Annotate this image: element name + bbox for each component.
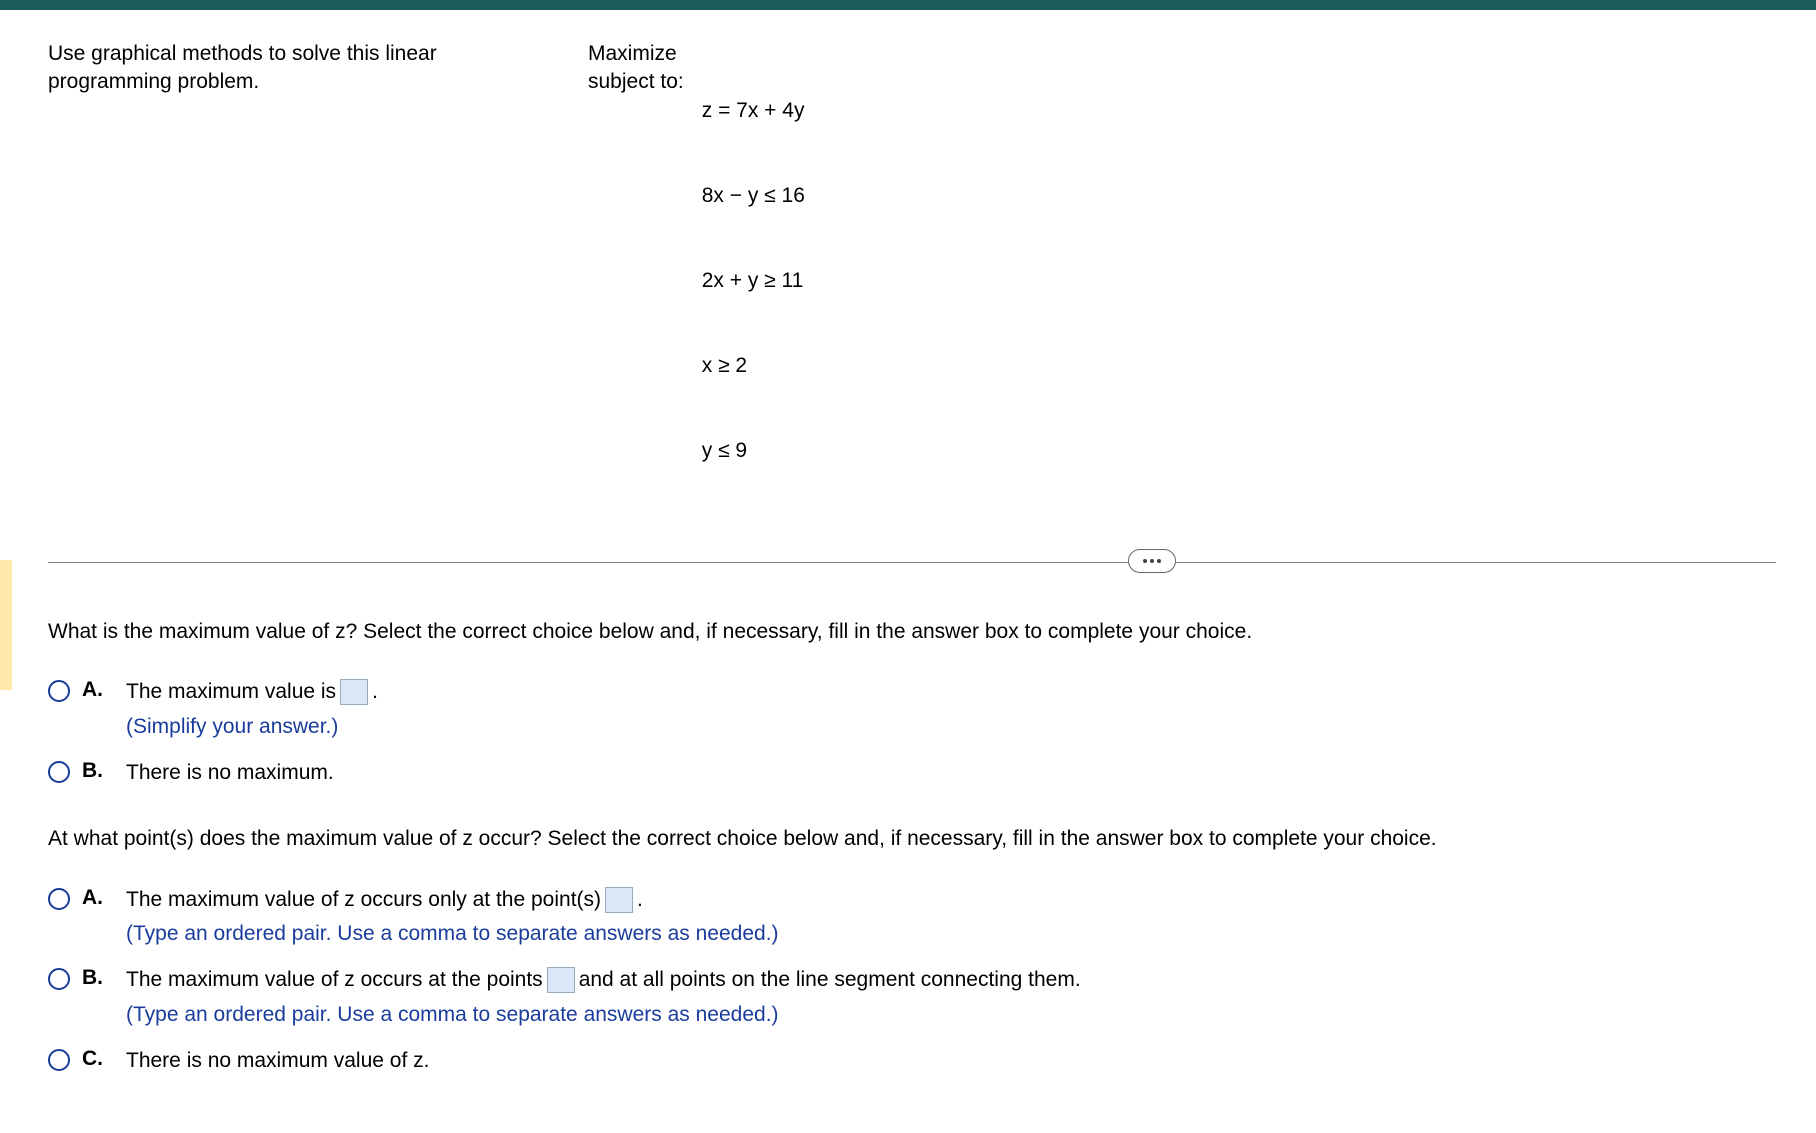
- q1-a-text-before: The maximum value is: [126, 678, 336, 706]
- subject-to-label: subject to:: [588, 68, 684, 96]
- q2-a-text-after: .: [637, 886, 643, 914]
- q2-c-body: There is no maximum value of z.: [126, 1047, 429, 1075]
- radio-q1-b[interactable]: [48, 761, 70, 783]
- side-highlight: [0, 560, 12, 690]
- q2-choice-c: C. There is no maximum value of z.: [48, 1047, 1776, 1075]
- radio-q2-a[interactable]: [48, 888, 70, 910]
- q1-b-text: There is no maximum.: [126, 759, 334, 787]
- q1-choice-b: B. There is no maximum.: [48, 759, 1776, 787]
- q1-a-label: A.: [82, 678, 108, 702]
- q1-a-line: The maximum value is .: [126, 678, 378, 706]
- q1-a-text-after: .: [372, 678, 378, 706]
- q2-a-answer-input[interactable]: [605, 887, 633, 913]
- question-2-prompt: At what point(s) does the maximum value …: [48, 825, 1776, 853]
- q2-c-label: C.: [82, 1047, 108, 1071]
- q1-a-body: The maximum value is . (Simplify your an…: [126, 678, 378, 741]
- question-1-prompt: What is the maximum value of z? Select t…: [48, 618, 1776, 646]
- question-1-choices: A. The maximum value is . (Simplify your…: [48, 678, 1776, 787]
- more-icon: [1143, 559, 1147, 563]
- maximize-label: Maximize: [588, 40, 684, 68]
- page-wrapper: Use graphical methods to solve this line…: [0, 0, 1816, 1133]
- more-icon: [1150, 559, 1154, 563]
- q2-a-line: The maximum value of z occurs only at th…: [126, 886, 779, 914]
- q2-a-text-before: The maximum value of z occurs only at th…: [126, 886, 601, 914]
- q1-b-line: There is no maximum.: [126, 759, 334, 787]
- q1-b-label: B.: [82, 759, 108, 783]
- radio-q2-b[interactable]: [48, 968, 70, 990]
- q1-b-body: There is no maximum.: [126, 759, 334, 787]
- top-accent-bar: [0, 0, 1816, 10]
- radio-q2-c[interactable]: [48, 1049, 70, 1071]
- problem-intro: Use graphical methods to solve this line…: [48, 40, 468, 522]
- q2-a-label: A.: [82, 886, 108, 910]
- constraint-4: y ≤ 9: [702, 437, 805, 465]
- q2-b-text-after: and at all points on the line segment co…: [579, 966, 1081, 994]
- q1-choice-a: A. The maximum value is . (Simplify your…: [48, 678, 1776, 741]
- q2-choice-a: A. The maximum value of z occurs only at…: [48, 886, 1776, 949]
- question-2-choices: A. The maximum value of z occurs only at…: [48, 886, 1776, 1076]
- q2-choice-b: B. The maximum value of z occurs at the …: [48, 966, 1776, 1029]
- q2-b-label: B.: [82, 966, 108, 990]
- problem-header: Use graphical methods to solve this line…: [48, 40, 1776, 522]
- objective-labels: Maximize subject to:: [588, 40, 684, 522]
- q2-b-body: The maximum value of z occurs at the poi…: [126, 966, 1081, 1029]
- q2-c-line: There is no maximum value of z.: [126, 1047, 429, 1075]
- radio-q1-a[interactable]: [48, 680, 70, 702]
- more-icon: [1157, 559, 1161, 563]
- q2-b-hint: (Type an ordered pair. Use a comma to se…: [126, 1001, 1081, 1029]
- q2-a-body: The maximum value of z occurs only at th…: [126, 886, 779, 949]
- q1-a-hint: (Simplify your answer.): [126, 713, 378, 741]
- objective-fn: z = 7x + 4y: [702, 97, 805, 125]
- constraint-3: x ≥ 2: [702, 352, 805, 380]
- content-area: Use graphical methods to solve this line…: [0, 10, 1816, 1133]
- more-button[interactable]: [1128, 549, 1176, 573]
- q2-a-hint: (Type an ordered pair. Use a comma to se…: [126, 920, 779, 948]
- constraint-1: 8x − y ≤ 16: [702, 182, 805, 210]
- objective-block: Maximize subject to: z = 7x + 4y 8x − y …: [588, 40, 805, 522]
- q2-b-line: The maximum value of z occurs at the poi…: [126, 966, 1081, 994]
- objective-math: z = 7x + 4y 8x − y ≤ 16 2x + y ≥ 11 x ≥ …: [702, 40, 805, 522]
- divider-row: [48, 562, 1776, 563]
- divider: [48, 562, 1776, 563]
- q2-c-text: There is no maximum value of z.: [126, 1047, 429, 1075]
- constraint-2: 2x + y ≥ 11: [702, 267, 805, 295]
- q2-b-answer-input[interactable]: [547, 967, 575, 993]
- q2-b-text-before: The maximum value of z occurs at the poi…: [126, 966, 543, 994]
- q1-a-answer-input[interactable]: [340, 679, 368, 705]
